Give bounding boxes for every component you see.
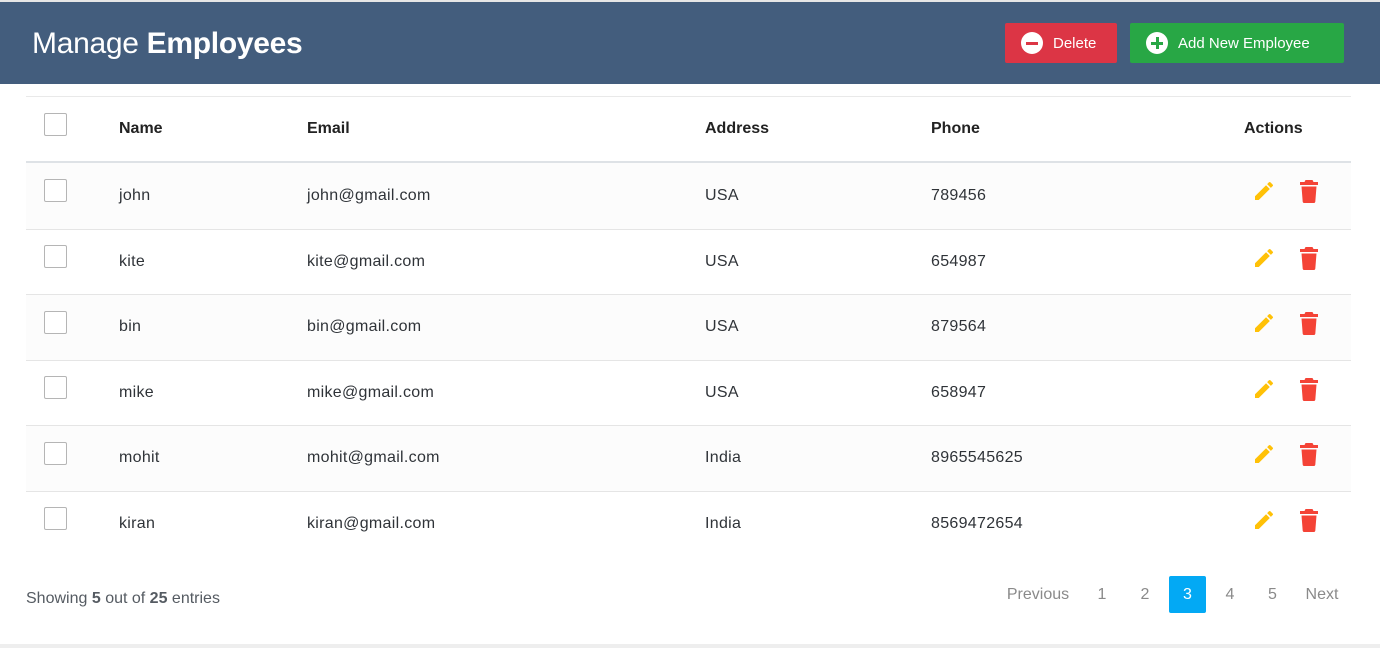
row-select-cell [44,163,67,229]
page-title-bold: Employees [146,27,303,60]
row-checkbox[interactable] [44,245,67,269]
cell-address: USA [705,383,739,401]
cell-email: bin@gmail.com [307,318,422,336]
table-row: kiran kiran@gmail.com India 8569472654 [26,490,1351,557]
employees-table: Name Email Address Phone Actions john joh… [26,96,1351,556]
table-header: Name Email Address Phone Actions [26,96,1351,163]
cell-address: USA [705,186,739,204]
table-row: kite kite@gmail.com USA 654987 [26,228,1351,295]
delete-button-label: Delete [1053,34,1097,52]
select-all-checkbox[interactable] [44,112,67,136]
pencil-icon[interactable] [1252,179,1276,203]
row-checkbox[interactable] [44,179,67,203]
pagination-page-5[interactable]: 5 [1256,576,1289,613]
title-bar: Manage Employees Delete Add New Employee [0,2,1380,84]
column-header-phone[interactable]: Phone [931,97,980,161]
table-row: john john@gmail.com USA 789456 [26,163,1351,229]
trash-icon[interactable] [1299,179,1319,204]
add-employee-button-label: Add New Employee [1178,34,1310,52]
table-body: john john@gmail.com USA 789456 kite kite@gmai… [26,163,1351,556]
page-title-light: Manage [32,27,139,60]
cell-name: kite [119,252,146,270]
pencil-icon[interactable] [1252,442,1276,466]
add-employee-button[interactable]: Add New Employee [1130,23,1344,63]
cell-name: kiran [119,514,156,532]
pencil-icon[interactable] [1252,311,1276,335]
cell-phone: 789456 [931,186,987,204]
cell-name: mike [119,383,154,401]
row-select-cell [44,361,67,426]
table-row: mike mike@gmail.com USA 658947 [26,359,1351,426]
page-title: Manage Employees [32,27,303,61]
pencil-icon[interactable] [1252,508,1276,532]
delete-button[interactable]: Delete [1005,23,1117,63]
pagination-page-1[interactable]: 1 [1087,576,1117,613]
table-row: bin bin@gmail.com USA 879564 [26,294,1351,360]
minus-circle-icon [1021,32,1043,54]
row-select-cell [44,492,67,557]
pagination-next[interactable]: Next [1296,576,1348,613]
pagination-page-3[interactable]: 3 [1169,576,1206,613]
cell-phone: 658947 [931,383,987,401]
column-header-name[interactable]: Name [119,97,163,161]
column-header-email[interactable]: Email [307,97,350,161]
cell-address: USA [705,318,739,336]
pagination-page-4[interactable]: 4 [1213,576,1247,613]
cell-name: mohit [119,449,160,467]
row-checkbox[interactable] [44,507,67,531]
table-row: mohit mohit@gmail.com India 8965545625 [26,425,1351,491]
cell-name: john [119,186,151,204]
select-all-cell [44,97,67,161]
cell-address: India [705,514,742,532]
pagination-previous[interactable]: Previous [996,576,1080,613]
cell-address: USA [705,252,739,270]
pencil-icon[interactable] [1252,377,1276,401]
cell-email: mike@gmail.com [307,383,435,401]
cell-name: bin [119,318,142,336]
trash-icon[interactable] [1299,246,1319,270]
cell-address: India [705,449,742,467]
pagination: Previous 1 2 3 4 5 Next [0,576,1380,613]
trash-icon[interactable] [1299,508,1319,532]
plus-circle-icon [1146,32,1168,54]
cell-email: kite@gmail.com [307,252,426,270]
cell-phone: 879564 [931,318,987,336]
row-checkbox[interactable] [44,376,67,400]
row-checkbox[interactable] [44,310,67,334]
cell-email: john@gmail.com [307,186,431,204]
column-header-address[interactable]: Address [705,97,769,161]
column-header-actions: Actions [1244,120,1303,137]
row-select-cell [44,230,67,295]
trash-icon[interactable] [1299,311,1319,336]
cell-phone: 8569472654 [931,514,1023,532]
cell-email: mohit@gmail.com [307,449,440,467]
trash-icon[interactable] [1299,377,1319,401]
pagination-page-2[interactable]: 2 [1127,576,1163,613]
cell-email: kiran@gmail.com [307,514,436,532]
row-checkbox[interactable] [44,441,67,465]
cell-phone: 654987 [931,252,987,270]
row-select-cell [44,295,67,360]
cell-phone: 8965545625 [931,449,1023,467]
row-select-cell [44,426,67,491]
pencil-icon[interactable] [1252,246,1276,270]
bottom-border [0,644,1380,648]
trash-icon[interactable] [1299,442,1319,467]
